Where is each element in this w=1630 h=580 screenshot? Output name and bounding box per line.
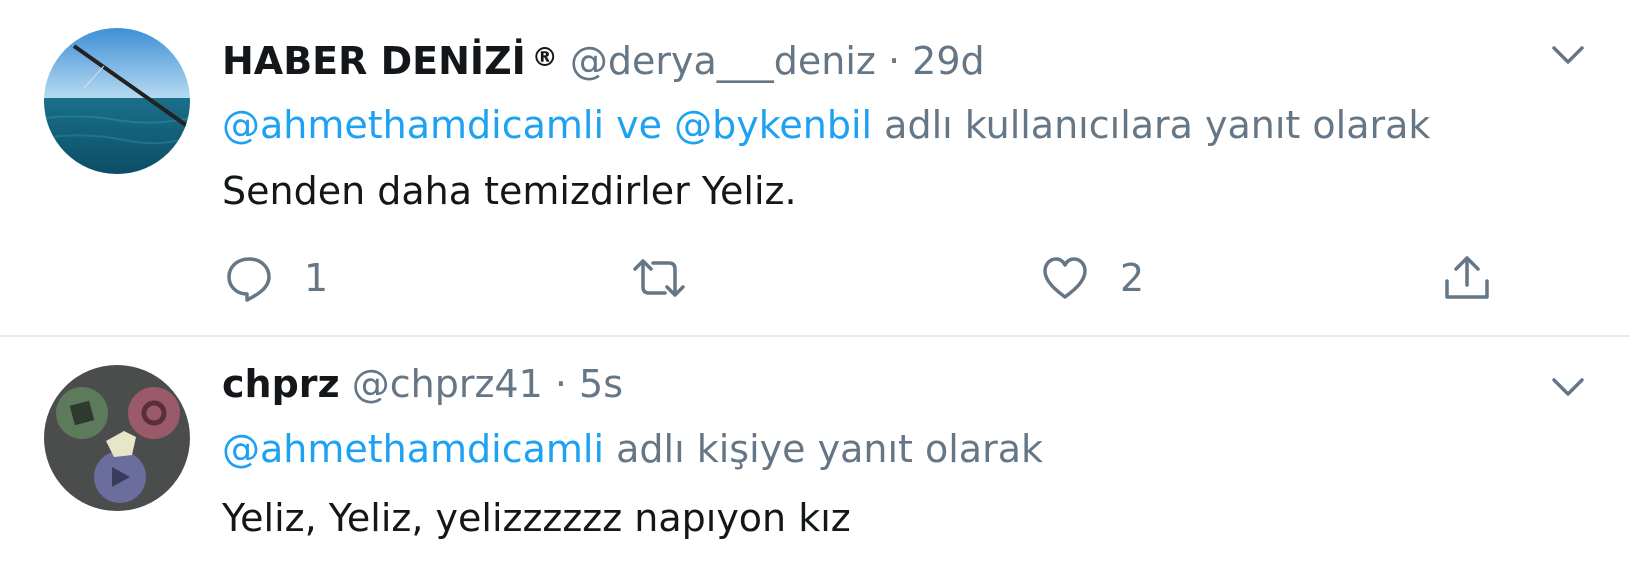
registered-badge: ® [531,43,558,73]
controller-buttons-avatar-image [44,365,190,511]
avatar[interactable] [44,365,190,511]
separator: · [554,362,567,406]
mention-conjunction: ve [616,103,663,147]
avatar[interactable] [44,28,190,174]
handle[interactable]: @derya___deniz [570,39,876,83]
fishing-rod-sea-avatar-image [44,28,190,174]
share-button[interactable] [1442,250,1492,306]
display-name[interactable]: chprz [222,362,340,406]
tweet-actions: 1 2 [222,250,1522,306]
tweet-text: Yeliz, Yeliz, yelizzzzzz napıyon kız [222,496,851,540]
tweet[interactable]: HABER DENİZİ ® @derya___deniz · 29d @ahme… [0,0,1630,337]
chevron-down-icon[interactable] [1548,40,1588,70]
mention-link[interactable]: @ahmethamdicamli [222,427,604,471]
like-button[interactable]: 2 [1040,250,1144,306]
reply-suffix: adlı kullanıcılara yanıt olarak [884,103,1431,147]
display-name[interactable]: HABER DENİZİ [222,39,526,83]
chevron-down-icon[interactable] [1548,372,1588,402]
heart-icon [1043,257,1087,299]
share-upload-icon [1445,256,1489,299]
reply-button[interactable]: 1 [224,250,328,306]
retweet-button[interactable] [629,250,719,306]
reply-count: 1 [304,256,329,300]
reply-context: @ahmethamdicamli ve @bykenbil adlı kulla… [222,102,1430,148]
handle[interactable]: @chprz41 [352,362,543,406]
reply-context: @ahmethamdicamli adlı kişiye yanıt olara… [222,426,1043,472]
tweet-header: chprz @chprz41 · 5s [222,361,623,407]
mention-link[interactable]: @bykenbil [674,103,872,147]
tweet-text: Senden daha temizdirler Yeliz. [222,169,797,213]
like-count: 2 [1120,256,1145,300]
tweet[interactable]: chprz @chprz41 · 5s @ahmethamdicamli adl… [0,337,1630,580]
tweet-header: HABER DENİZİ ® @derya___deniz · 29d [222,35,985,84]
reply-suffix: adlı kişiye yanıt olarak [616,427,1044,471]
separator: · [887,39,901,83]
comment-bubble-icon [227,257,271,302]
mention-link[interactable]: @ahmethamdicamli [222,103,604,147]
timestamp[interactable]: 5s [579,362,623,406]
retweet-icon [633,259,685,297]
timestamp[interactable]: 29d [912,39,984,83]
